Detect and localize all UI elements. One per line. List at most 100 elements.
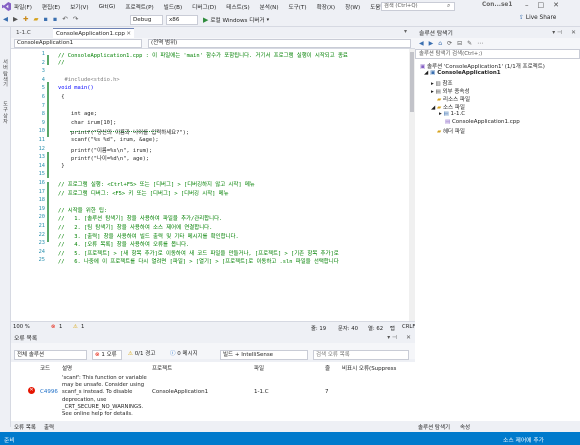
code-line[interactable]: void main() bbox=[58, 85, 94, 91]
maximize-icon[interactable]: □ bbox=[538, 1, 545, 9]
tree-item-file-1-1-c[interactable]: ▸ ▤ 1-1.C bbox=[439, 111, 465, 117]
error-scope-dropdown[interactable]: 전체 솔루션 bbox=[14, 350, 87, 360]
warnings-filter-button[interactable]: ⚠ 0/1 경고 bbox=[126, 350, 164, 360]
code-line[interactable]: printf("이름=%s\n", irum); bbox=[58, 146, 152, 154]
close-icon[interactable]: ✕ bbox=[553, 1, 559, 9]
tab-error-list[interactable]: 오류 목록 bbox=[14, 423, 36, 431]
code-line[interactable]: // 프로그램 실행: <Ctrl+F5> 또는 [디버그] > [디버깅하지 … bbox=[58, 180, 255, 188]
menu-tools[interactable]: 도구(T) bbox=[289, 3, 307, 11]
code-line[interactable]: // 5. [프로젝트] > [새 항목 추가]로 이동하여 새 코드 파일을 … bbox=[58, 249, 339, 257]
column-header-suppression[interactable]: 비표시 오류(Suppress bbox=[342, 364, 396, 372]
toolbox-tab[interactable]: 도구 상자 bbox=[2, 101, 9, 123]
code-line[interactable]: printf("나이=%d\n", age); bbox=[58, 154, 149, 162]
platform-dropdown[interactable]: x86 bbox=[166, 15, 198, 25]
tab-overflow-icon[interactable]: ▾ bbox=[404, 28, 407, 35]
line-ending[interactable]: CRLF bbox=[402, 324, 415, 330]
menu-test[interactable]: 테스트(S) bbox=[226, 3, 249, 11]
menu-edit[interactable]: 편집(E) bbox=[42, 3, 60, 11]
tree-item-source-files[interactable]: ◢ ▰ 소스 파일 bbox=[431, 103, 465, 111]
close-panel-icon[interactable]: ✕ bbox=[571, 30, 576, 36]
code-line[interactable]: // 4. [오류 목록] 창을 사용하여 오류를 봅니다. bbox=[58, 240, 189, 248]
tab-1-1-c[interactable]: 1-1.C bbox=[13, 28, 52, 38]
column-header-description[interactable]: 설명 bbox=[62, 364, 72, 372]
column-header-line[interactable]: 줄 bbox=[325, 364, 330, 372]
global-search-input[interactable]: 검색 (Ctrl+Q) bbox=[381, 2, 455, 11]
code-line[interactable]: { bbox=[58, 94, 64, 100]
code-line[interactable]: // 3. [출력] 창을 사용하여 빌드 출력 및 기타 메시지를 확인합니다… bbox=[58, 232, 239, 240]
code-line[interactable]: int age; bbox=[58, 111, 97, 117]
forward-icon[interactable]: ▶ bbox=[13, 15, 18, 23]
open-folder-icon[interactable]: ▰ bbox=[33, 15, 38, 23]
home-icon[interactable]: ⌂ bbox=[438, 40, 442, 47]
more-options-icon[interactable]: ⋯ bbox=[477, 40, 483, 47]
messages-filter-button[interactable]: ⓘ 0 메시지 bbox=[168, 350, 208, 360]
project-scope-dropdown[interactable]: ConsoleApplication1 bbox=[14, 39, 142, 48]
column-header-code[interactable]: 코드 bbox=[40, 364, 50, 372]
column-header-file[interactable]: 파일 bbox=[254, 364, 264, 372]
pin-icon[interactable]: ▾ ⊣ bbox=[552, 30, 562, 36]
wrench-icon[interactable]: ✎ bbox=[467, 40, 472, 47]
solution-search-input[interactable]: 솔루션 탐색기 검색(Ctrl+;) bbox=[415, 49, 580, 59]
code-line[interactable]: // 프로그램 디버그: <F5> 키 또는 [디버그] > [디버깅 시작] … bbox=[58, 189, 229, 197]
menu-view[interactable]: 보기(V) bbox=[70, 3, 88, 11]
tree-item-file-cpp[interactable]: ▤ ConsoleApplication1.cpp bbox=[445, 119, 520, 125]
code-line[interactable]: #include<stdio.h> bbox=[58, 77, 119, 83]
errors-filter-button[interactable]: ⊗ 1 오류 bbox=[92, 350, 122, 360]
minimize-icon[interactable]: – bbox=[525, 1, 529, 9]
indent-mode[interactable]: 탭 bbox=[390, 324, 395, 332]
collapse-icon[interactable]: ⊟ bbox=[457, 40, 462, 47]
tree-item-solution[interactable]: ▣ 솔루션 'ConsoleApplication1' (1/1개 프로젝트) bbox=[420, 62, 545, 70]
back-icon[interactable]: ◀ bbox=[3, 15, 8, 23]
code-line[interactable]: char irum[10]; bbox=[58, 120, 116, 126]
menu-file[interactable]: 파일(F) bbox=[14, 3, 32, 11]
forward-icon[interactable]: ▶ bbox=[429, 40, 434, 47]
save-icon[interactable]: ▪ bbox=[43, 15, 47, 23]
undo-icon[interactable]: ↶ bbox=[62, 15, 67, 23]
code-line[interactable]: // ConsoleApplication1.cpp : 이 파일에는 'mai… bbox=[58, 51, 348, 59]
column-header-project[interactable]: 프로젝트 bbox=[152, 364, 172, 372]
configuration-dropdown[interactable]: Debug bbox=[130, 15, 163, 25]
menu-build[interactable]: 빌드(B) bbox=[164, 3, 183, 11]
tree-item-references[interactable]: ▸ ▥ 참조 bbox=[431, 79, 453, 87]
add-to-source-control[interactable]: 소스 제어에 추가 bbox=[503, 435, 544, 444]
save-all-icon[interactable]: ▪ bbox=[53, 15, 57, 23]
build-filter-dropdown[interactable]: 빌드 + IntelliSense bbox=[220, 350, 308, 360]
menu-project[interactable]: 프로젝트(P) bbox=[125, 3, 153, 11]
menu-window[interactable]: 창(W) bbox=[345, 3, 360, 11]
menu-git[interactable]: Git(G) bbox=[99, 4, 116, 10]
code-line[interactable]: // 6. 나중에 이 프로젝트를 다시 열려면 [파일] > [열기] > [… bbox=[58, 257, 339, 265]
code-line[interactable]: // 시작을 위한 팁: bbox=[58, 206, 107, 214]
close-panel-icon[interactable]: ✕ bbox=[406, 335, 411, 341]
code-line[interactable]: // 1. [솔루션 탐색기] 창을 사용하여 파일을 추가/관리합니다. bbox=[58, 214, 222, 222]
menu-debug[interactable]: 디버그(D) bbox=[192, 3, 216, 11]
error-search-input[interactable]: 검색 오류 목록 bbox=[313, 350, 409, 360]
menu-extensions[interactable]: 확장(X) bbox=[317, 3, 336, 11]
tree-item-header-files[interactable]: ▰ 헤더 파일 bbox=[437, 127, 465, 135]
tree-item-external-deps[interactable]: ▸ ▤ 외부 종속성 bbox=[431, 87, 470, 95]
tab-output[interactable]: 출력 bbox=[44, 423, 54, 431]
code-line[interactable]: } bbox=[58, 163, 64, 169]
live-share-button[interactable]: ⇪ Live Share bbox=[519, 15, 556, 21]
code-line[interactable]: // 2. [팀 탐색기] 창을 사용하여 소스 제어에 연결합니다. bbox=[58, 223, 212, 231]
code-line[interactable]: scanf("%s %d", irum, &age); bbox=[58, 137, 159, 143]
zoom-level[interactable]: 100 % bbox=[13, 324, 30, 330]
editor-scrollbar-thumb[interactable] bbox=[410, 52, 414, 112]
tab-solution-explorer[interactable]: 솔루션 탐색기 bbox=[418, 423, 450, 431]
new-project-icon[interactable]: ✚ bbox=[23, 15, 28, 23]
server-explorer-tab[interactable]: 서버 탐색기 bbox=[2, 59, 9, 87]
tree-item-resource-files[interactable]: ▰ 리소스 파일 bbox=[437, 95, 470, 103]
tab-consoleapplication1-cpp[interactable]: ConsoleApplication1.cpp ✕ bbox=[53, 28, 134, 38]
start-debugging-button[interactable]: ▶ 로컬 Windows 디버거 ▾ bbox=[203, 15, 269, 25]
pin-icon[interactable]: ▾ ⊣ bbox=[387, 335, 397, 341]
tree-item-project[interactable]: ◢ ▣ ConsoleApplication1 bbox=[424, 70, 501, 76]
error-code-link[interactable]: C4996 bbox=[40, 389, 58, 395]
error-count[interactable]: 1 bbox=[59, 324, 62, 330]
code-line[interactable]: // bbox=[58, 60, 65, 66]
sync-icon[interactable]: ⟳ bbox=[447, 40, 452, 47]
back-icon[interactable]: ◀ bbox=[419, 40, 424, 47]
tab-properties[interactable]: 속성 bbox=[460, 423, 470, 431]
member-scope-dropdown[interactable]: (전역 범위) bbox=[148, 39, 411, 48]
redo-icon[interactable]: ↷ bbox=[73, 15, 78, 23]
menu-analyze[interactable]: 분석(N) bbox=[260, 3, 279, 11]
warning-count[interactable]: 1 bbox=[81, 324, 84, 330]
